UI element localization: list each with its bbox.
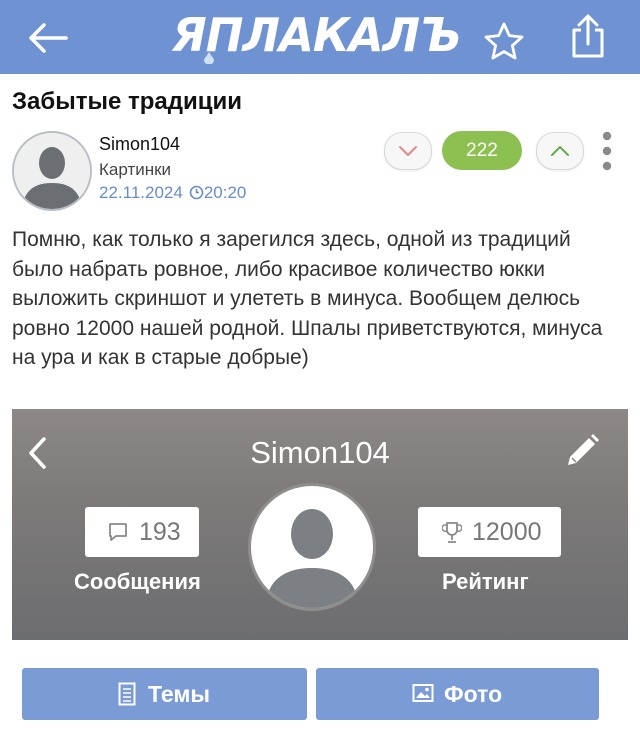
post-time: 20:20	[203, 183, 247, 202]
photo-icon	[412, 684, 434, 702]
share-icon[interactable]	[568, 14, 608, 60]
embed-rating-label: Рейтинг	[442, 569, 529, 594]
more-options-icon[interactable]	[599, 130, 615, 172]
embed-avatar	[248, 483, 376, 611]
user-silhouette-icon	[14, 133, 90, 209]
rating-score-badge: 222	[442, 131, 522, 170]
large-user-silhouette-icon	[265, 509, 359, 608]
post-title: Забытые традиции	[12, 88, 242, 115]
post-date: 22.11.2024	[99, 183, 183, 202]
site-logo[interactable]: ЯПЛАКАЛЪ	[172, 6, 461, 64]
speech-bubble-icon	[109, 523, 127, 541]
embed-messages-count: 193	[139, 518, 181, 546]
photo-tab-button[interactable]: Фото	[316, 668, 599, 720]
embed-profile-name: Simon104	[250, 435, 390, 470]
back-arrow-icon[interactable]	[26, 20, 70, 56]
document-icon	[118, 682, 136, 706]
author-avatar[interactable]	[12, 131, 92, 211]
post-category[interactable]: Картинки	[99, 160, 171, 180]
vote-up-button[interactable]	[536, 132, 584, 170]
embed-messages-label: Сообщения	[74, 569, 201, 594]
embed-rating-pill: 12000	[418, 507, 561, 557]
themes-tab-button[interactable]: Темы	[22, 668, 307, 720]
vote-down-button[interactable]	[384, 132, 432, 170]
trophy-icon	[442, 522, 462, 543]
author-name[interactable]: Simon104	[99, 134, 180, 155]
star-icon[interactable]	[482, 20, 526, 64]
logo-drop-icon	[204, 52, 214, 64]
post-body-text: Помню, как только я зарегился здесь, одн…	[12, 228, 603, 369]
photo-tab-label: Фото	[444, 681, 503, 707]
embed-rating-value: 12000	[472, 518, 542, 546]
embed-messages-pill: 193	[85, 507, 199, 557]
embedded-profile-screenshot[interactable]: Simon104 193 Сообщения 12000 Рейтинг	[12, 409, 628, 640]
chevron-down-icon	[399, 146, 417, 156]
top-bar: ЯПЛАКАЛЪ	[0, 0, 640, 74]
chevron-up-icon	[551, 146, 569, 156]
pencil-icon	[568, 434, 599, 465]
post-datetime: 22.11.2024 20:20	[99, 183, 246, 203]
themes-tab-label: Темы	[148, 681, 211, 707]
clock-icon	[189, 185, 204, 200]
